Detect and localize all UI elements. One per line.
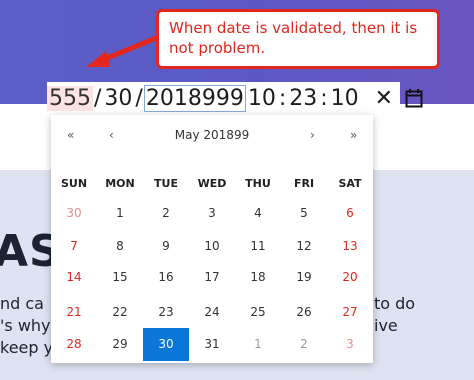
day-cell[interactable]: 11 <box>235 231 281 262</box>
day-cell[interactable]: 8 <box>97 231 143 262</box>
day-cell[interactable]: 5 <box>281 198 327 229</box>
day-cell[interactable]: 24 <box>189 297 235 328</box>
day-cell[interactable]: 21 <box>51 297 97 328</box>
day-cell[interactable]: 19 <box>281 262 327 293</box>
day-cell[interactable]: 2 <box>143 198 189 229</box>
hour-segment[interactable]: 10 <box>246 86 278 111</box>
day-cell[interactable]: 26 <box>281 297 327 328</box>
day-cell[interactable]: 22 <box>97 297 143 328</box>
day-cell[interactable]: 23 <box>143 297 189 328</box>
background-text-line: ive <box>374 316 398 335</box>
weekday-header: WED <box>197 177 227 190</box>
day-cell[interactable]: 27 <box>327 297 373 328</box>
day-cell[interactable]: 14 <box>51 262 97 293</box>
month-segment[interactable]: 555 <box>47 85 93 111</box>
day-cell[interactable]: 13 <box>327 231 373 262</box>
day-cell[interactable]: 12 <box>281 231 327 262</box>
background-text-line: to do <box>374 294 416 313</box>
next-month-button[interactable]: › <box>310 128 315 142</box>
calendar-month-title[interactable]: May 201899 <box>51 128 373 142</box>
time-separator: : <box>278 85 287 111</box>
clear-x-icon[interactable]: ✕ <box>375 86 393 111</box>
weekday-header: TUE <box>154 177 178 190</box>
day-cell[interactable]: 9 <box>143 231 189 262</box>
day-cell[interactable]: 28 <box>51 329 97 360</box>
day-cell[interactable]: 20 <box>327 262 373 293</box>
weekday-header: FRI <box>293 177 315 190</box>
second-segment[interactable]: 10 <box>329 86 361 111</box>
day-cell[interactable]: 31 <box>189 329 235 360</box>
next-year-button[interactable]: » <box>350 128 357 142</box>
background-text-line: nd ca <box>0 294 44 313</box>
day-cell[interactable]: 10 <box>189 231 235 262</box>
selected-day-cell[interactable]: 30 <box>143 328 189 361</box>
day-cell[interactable]: 18 <box>235 262 281 293</box>
day-cell[interactable]: 4 <box>235 198 281 229</box>
day-cell[interactable]: 3 <box>327 329 373 360</box>
weekday-header: MON <box>105 177 135 190</box>
time-separator: : <box>320 85 328 111</box>
day-cell[interactable]: 25 <box>235 297 281 328</box>
annotation-callout: When date is validated, then it is not p… <box>156 9 440 69</box>
background-text-line: keep y <box>0 338 54 357</box>
day-cell[interactable]: 15 <box>97 262 143 293</box>
calendar-popup: « ‹ May 201899 › » SUN MON TUE WED THU FRI SAT… <box>51 115 373 363</box>
calendar-icon[interactable] <box>405 88 423 108</box>
day-cell[interactable]: 29 <box>97 329 143 360</box>
weekday-header: THU <box>245 177 271 190</box>
background-text-line: 's why <box>0 316 51 335</box>
datetime-input[interactable]: 555 / 30 / 2018999 10 : 23 : 10 ✕ <box>47 82 423 114</box>
annotation-arrow-icon <box>86 35 159 67</box>
day-cell[interactable]: 1 <box>97 198 143 229</box>
day-cell[interactable]: 30 <box>51 198 97 229</box>
day-segment[interactable]: 30 <box>102 86 134 111</box>
day-cell[interactable]: 7 <box>51 231 97 262</box>
day-cell[interactable]: 17 <box>189 262 235 293</box>
day-cell[interactable]: 1 <box>235 329 281 360</box>
minute-segment[interactable]: 23 <box>287 86 319 111</box>
date-separator: / <box>94 85 102 111</box>
date-separator: / <box>135 85 143 111</box>
day-cell[interactable]: 6 <box>327 198 373 229</box>
day-cell[interactable]: 3 <box>189 198 235 229</box>
day-cell[interactable]: 16 <box>143 262 189 293</box>
weekday-header: SAT <box>338 177 362 190</box>
day-cell[interactable]: 2 <box>281 329 327 360</box>
weekday-header: SUN <box>60 177 88 190</box>
year-segment[interactable]: 2018999 <box>143 84 246 112</box>
